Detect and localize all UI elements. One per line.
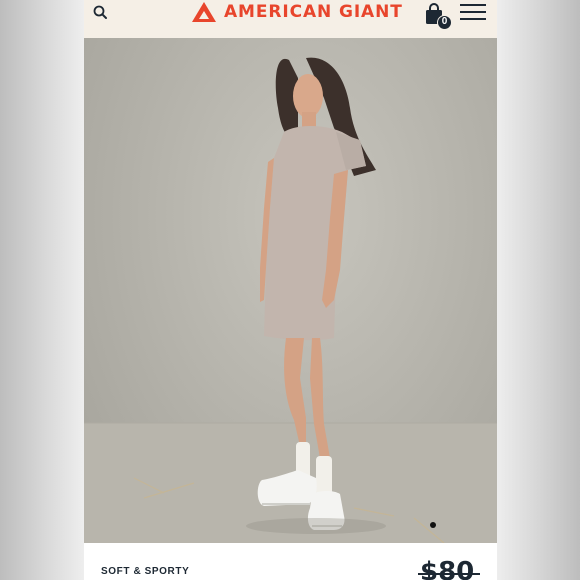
carousel-dots <box>430 522 436 528</box>
hamburger-line <box>460 18 486 20</box>
price-strikethrough <box>418 573 480 575</box>
model-photo <box>84 57 497 543</box>
product-page: AMERICAN GIANT 0 SOFT & SPORTY $80 <box>84 0 497 580</box>
hamburger-line <box>460 11 486 13</box>
cart-count-badge: 0 <box>437 15 452 30</box>
cart-button[interactable]: 0 <box>424 3 454 31</box>
brand-logo[interactable]: AMERICAN GIANT <box>192 1 403 23</box>
hamburger-menu-icon <box>460 4 486 6</box>
product-tagline: SOFT & SPORTY <box>101 566 190 577</box>
product-price: $80 <box>420 557 475 580</box>
search-icon <box>93 5 107 19</box>
search-button[interactable] <box>92 4 110 22</box>
menu-button[interactable] <box>460 4 486 22</box>
site-header: AMERICAN GIANT 0 <box>84 0 497 38</box>
product-info: SOFT & SPORTY $80 <box>84 543 497 580</box>
triangle-a-logo-icon <box>192 2 216 22</box>
brand-name: AMERICAN GIANT <box>224 2 403 22</box>
carousel-dot-active[interactable] <box>430 522 436 528</box>
product-image[interactable] <box>84 38 497 543</box>
